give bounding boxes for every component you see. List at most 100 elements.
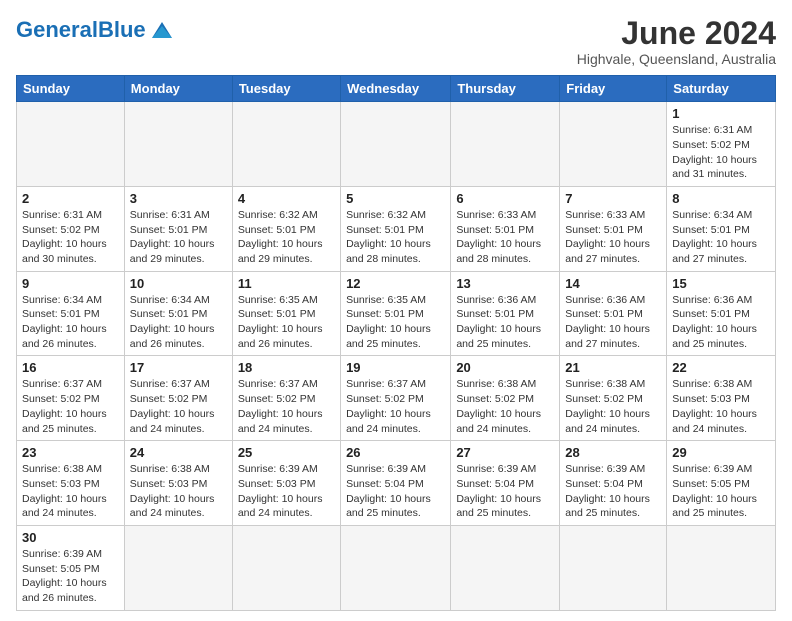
day-number: 20	[456, 360, 554, 375]
day-number: 29	[672, 445, 770, 460]
day-number: 26	[346, 445, 445, 460]
calendar-cell	[341, 525, 451, 610]
calendar-cell: 1 Sunrise: 6:31 AM Sunset: 5:02 PM Daylig…	[667, 102, 776, 187]
logo-text: GeneralBlue	[16, 19, 146, 41]
header: GeneralBlue June 2024 Highvale, Queensla…	[16, 16, 776, 67]
day-info: Sunrise: 6:36 AM Sunset: 5:01 PM Dayligh…	[456, 293, 554, 352]
day-info: Sunrise: 6:39 AM Sunset: 5:04 PM Dayligh…	[346, 462, 445, 521]
day-info: Sunrise: 6:34 AM Sunset: 5:01 PM Dayligh…	[22, 293, 119, 352]
day-number: 18	[238, 360, 335, 375]
calendar-cell: 3 Sunrise: 6:31 AM Sunset: 5:01 PM Daylig…	[124, 186, 232, 271]
calendar-cell: 30 Sunrise: 6:39 AM Sunset: 5:05 PM Dayli…	[17, 525, 125, 610]
calendar-cell: 27 Sunrise: 6:39 AM Sunset: 5:04 PM Dayli…	[451, 441, 560, 526]
calendar-cell: 5 Sunrise: 6:32 AM Sunset: 5:01 PM Daylig…	[341, 186, 451, 271]
calendar-header-thursday: Thursday	[451, 76, 560, 102]
day-number: 11	[238, 276, 335, 291]
day-info: Sunrise: 6:39 AM Sunset: 5:04 PM Dayligh…	[565, 462, 661, 521]
day-number: 16	[22, 360, 119, 375]
day-number: 14	[565, 276, 661, 291]
title-block: June 2024 Highvale, Queensland, Australi…	[577, 16, 776, 67]
day-number: 1	[672, 106, 770, 121]
day-number: 19	[346, 360, 445, 375]
calendar-cell	[667, 525, 776, 610]
day-info: Sunrise: 6:38 AM Sunset: 5:03 PM Dayligh…	[22, 462, 119, 521]
day-number: 22	[672, 360, 770, 375]
calendar-cell: 22 Sunrise: 6:38 AM Sunset: 5:03 PM Dayli…	[667, 356, 776, 441]
calendar-cell: 4 Sunrise: 6:32 AM Sunset: 5:01 PM Daylig…	[232, 186, 340, 271]
calendar-cell: 16 Sunrise: 6:37 AM Sunset: 5:02 PM Dayli…	[17, 356, 125, 441]
day-info: Sunrise: 6:32 AM Sunset: 5:01 PM Dayligh…	[346, 208, 445, 267]
day-info: Sunrise: 6:33 AM Sunset: 5:01 PM Dayligh…	[456, 208, 554, 267]
day-number: 24	[130, 445, 227, 460]
calendar-cell	[124, 525, 232, 610]
logo-icon	[148, 16, 176, 44]
day-number: 25	[238, 445, 335, 460]
day-number: 4	[238, 191, 335, 206]
calendar-cell: 19Sunrise: 6:37 AM Sunset: 5:02 PM Dayli…	[341, 356, 451, 441]
day-info: Sunrise: 6:34 AM Sunset: 5:01 PM Dayligh…	[672, 208, 770, 267]
calendar-cell	[232, 102, 340, 187]
calendar-header-tuesday: Tuesday	[232, 76, 340, 102]
day-number: 7	[565, 191, 661, 206]
day-info: Sunrise: 6:39 AM Sunset: 5:05 PM Dayligh…	[672, 462, 770, 521]
day-info: Sunrise: 6:36 AM Sunset: 5:01 PM Dayligh…	[565, 293, 661, 352]
logo-text-blue: Blue	[98, 17, 146, 42]
day-number: 9	[22, 276, 119, 291]
day-number: 3	[130, 191, 227, 206]
day-number: 21	[565, 360, 661, 375]
calendar: SundayMondayTuesdayWednesdayThursdayFrid…	[16, 75, 776, 611]
calendar-cell: 29 Sunrise: 6:39 AM Sunset: 5:05 PM Dayli…	[667, 441, 776, 526]
day-info: Sunrise: 6:31 AM Sunset: 5:01 PM Dayligh…	[130, 208, 227, 267]
calendar-cell: 25Sunrise: 6:39 AM Sunset: 5:03 PM Dayli…	[232, 441, 340, 526]
day-info: Sunrise: 6:35 AM Sunset: 5:01 PM Dayligh…	[238, 293, 335, 352]
calendar-cell	[232, 525, 340, 610]
calendar-cell: 8Sunrise: 6:34 AM Sunset: 5:01 PM Daylig…	[667, 186, 776, 271]
calendar-week-row: 23 Sunrise: 6:38 AM Sunset: 5:03 PM Dayli…	[17, 441, 776, 526]
day-info: Sunrise: 6:37 AM Sunset: 5:02 PM Dayligh…	[22, 377, 119, 436]
calendar-cell: 21 Sunrise: 6:38 AM Sunset: 5:02 PM Dayli…	[560, 356, 667, 441]
day-info: Sunrise: 6:36 AM Sunset: 5:01 PM Dayligh…	[672, 293, 770, 352]
calendar-week-row: 9 Sunrise: 6:34 AM Sunset: 5:01 PM Daylig…	[17, 271, 776, 356]
logo: GeneralBlue	[16, 16, 176, 44]
day-info: Sunrise: 6:38 AM Sunset: 5:03 PM Dayligh…	[130, 462, 227, 521]
calendar-header-wednesday: Wednesday	[341, 76, 451, 102]
day-number: 15	[672, 276, 770, 291]
day-info: Sunrise: 6:38 AM Sunset: 5:02 PM Dayligh…	[456, 377, 554, 436]
calendar-cell: 10Sunrise: 6:34 AM Sunset: 5:01 PM Dayli…	[124, 271, 232, 356]
calendar-cell	[560, 102, 667, 187]
day-number: 27	[456, 445, 554, 460]
day-number: 30	[22, 530, 119, 545]
calendar-cell: 13Sunrise: 6:36 AM Sunset: 5:01 PM Dayli…	[451, 271, 560, 356]
calendar-header-saturday: Saturday	[667, 76, 776, 102]
day-number: 2	[22, 191, 119, 206]
calendar-header-monday: Monday	[124, 76, 232, 102]
subtitle: Highvale, Queensland, Australia	[577, 51, 776, 67]
day-info: Sunrise: 6:32 AM Sunset: 5:01 PM Dayligh…	[238, 208, 335, 267]
calendar-week-row: 16 Sunrise: 6:37 AM Sunset: 5:02 PM Dayli…	[17, 356, 776, 441]
day-number: 5	[346, 191, 445, 206]
calendar-cell: 12Sunrise: 6:35 AM Sunset: 5:01 PM Dayli…	[341, 271, 451, 356]
day-number: 23	[22, 445, 119, 460]
calendar-cell	[560, 525, 667, 610]
calendar-cell	[341, 102, 451, 187]
day-info: Sunrise: 6:38 AM Sunset: 5:03 PM Dayligh…	[672, 377, 770, 436]
calendar-cell	[17, 102, 125, 187]
calendar-cell	[451, 525, 560, 610]
calendar-header-row: SundayMondayTuesdayWednesdayThursdayFrid…	[17, 76, 776, 102]
day-info: Sunrise: 6:31 AM Sunset: 5:02 PM Dayligh…	[672, 123, 770, 182]
calendar-cell: 26 Sunrise: 6:39 AM Sunset: 5:04 PM Dayli…	[341, 441, 451, 526]
day-info: Sunrise: 6:39 AM Sunset: 5:05 PM Dayligh…	[22, 547, 119, 606]
calendar-cell	[124, 102, 232, 187]
calendar-cell: 18Sunrise: 6:37 AM Sunset: 5:02 PM Dayli…	[232, 356, 340, 441]
calendar-cell: 28Sunrise: 6:39 AM Sunset: 5:04 PM Dayli…	[560, 441, 667, 526]
page: GeneralBlue June 2024 Highvale, Queensla…	[0, 0, 792, 621]
calendar-cell: 6Sunrise: 6:33 AM Sunset: 5:01 PM Daylig…	[451, 186, 560, 271]
day-info: Sunrise: 6:39 AM Sunset: 5:04 PM Dayligh…	[456, 462, 554, 521]
logo-text-black: General	[16, 17, 98, 42]
day-info: Sunrise: 6:35 AM Sunset: 5:01 PM Dayligh…	[346, 293, 445, 352]
day-info: Sunrise: 6:38 AM Sunset: 5:02 PM Dayligh…	[565, 377, 661, 436]
calendar-cell: 9 Sunrise: 6:34 AM Sunset: 5:01 PM Daylig…	[17, 271, 125, 356]
calendar-cell	[451, 102, 560, 187]
day-number: 17	[130, 360, 227, 375]
month-title: June 2024	[577, 16, 776, 51]
